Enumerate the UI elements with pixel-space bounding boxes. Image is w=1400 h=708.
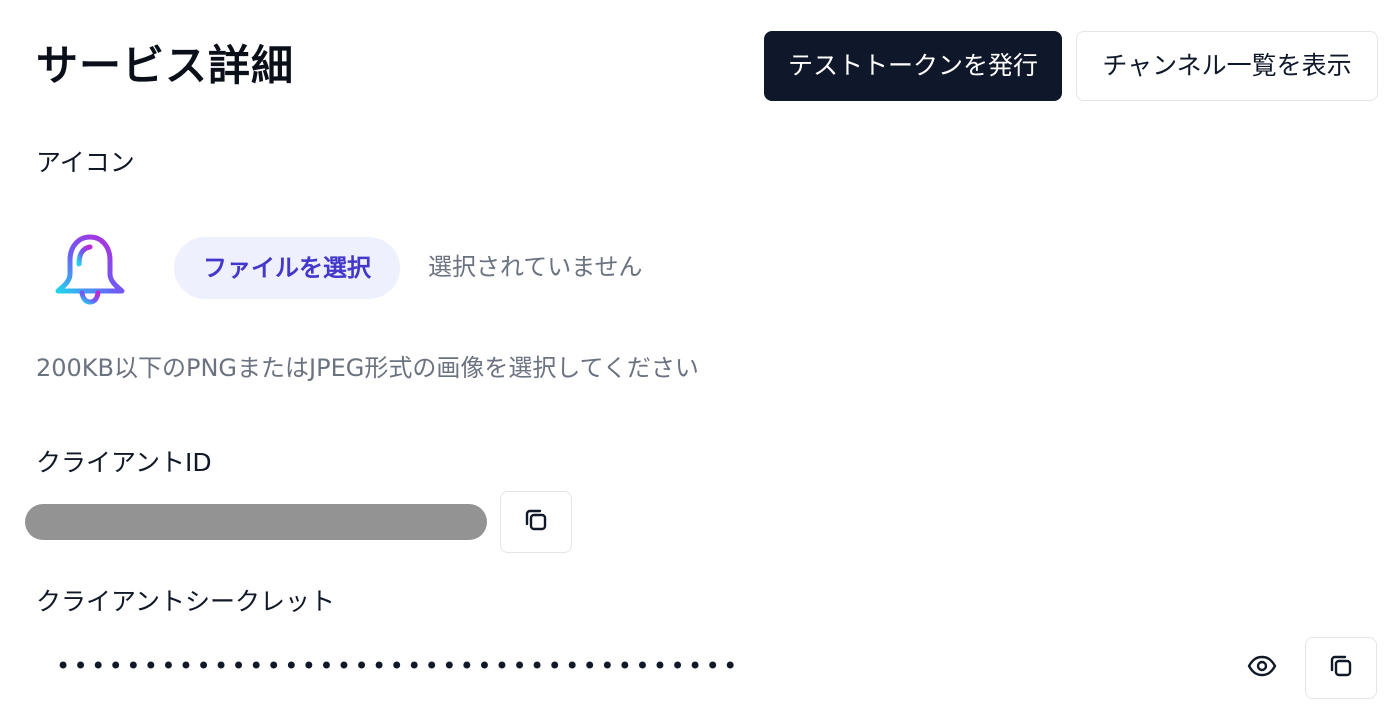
client-id-label: クライアントID [36, 448, 212, 477]
reveal-secret-button[interactable] [1244, 650, 1280, 686]
copy-client-secret-button[interactable] [1305, 637, 1377, 699]
client-id-masked-value [25, 504, 487, 540]
issue-test-token-button[interactable]: テストトークンを発行 [764, 31, 1062, 101]
icon-hint-text: 200KB以下のPNGまたはJPEG形式の画像を選択してください [36, 354, 699, 382]
view-channel-list-button[interactable]: チャンネル一覧を表示 [1076, 31, 1378, 101]
file-status-text: 選択されていません [428, 253, 643, 281]
copy-icon [521, 505, 551, 539]
copy-icon [1326, 651, 1356, 685]
bell-icon [52, 230, 128, 306]
client-secret-masked-value: ••••••••••••••••••••••••••••••••••••••• [56, 652, 741, 680]
page-title: サービス詳細 [36, 41, 295, 90]
eye-icon [1247, 655, 1277, 681]
choose-file-button[interactable]: ファイルを選択 [174, 237, 400, 299]
icon-label: アイコン [36, 148, 135, 177]
client-secret-label: クライアントシークレット [36, 587, 336, 616]
copy-client-id-button[interactable] [500, 491, 572, 553]
